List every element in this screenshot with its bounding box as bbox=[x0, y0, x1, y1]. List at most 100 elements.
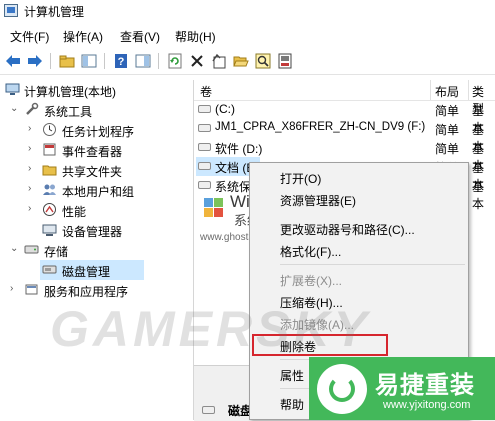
computer-management-icon bbox=[4, 4, 18, 17]
disk-icon bbox=[198, 124, 211, 132]
table-row[interactable]: (C:) 简单 基本 bbox=[194, 100, 495, 135]
volume-name: (C:) bbox=[215, 102, 235, 116]
volume-layout: 简单 bbox=[435, 104, 460, 118]
tree-label: 系统工具 bbox=[44, 105, 93, 119]
menu-item-format[interactable]: 格式化(F)... bbox=[280, 243, 341, 260]
brand-url: www.yjxitong.com bbox=[383, 399, 471, 411]
up-folder-icon[interactable] bbox=[58, 52, 76, 70]
tree-item-event-viewer[interactable]: › 事件查看器 bbox=[0, 140, 193, 160]
brand-logo: 易捷重装 www.yjxitong.com bbox=[309, 357, 495, 420]
tree-label: 计算机管理(本地) bbox=[24, 85, 116, 99]
tree-label: 事件查看器 bbox=[62, 145, 123, 159]
tree-item-performance[interactable]: › 性能 bbox=[0, 200, 193, 220]
tree-item-computer-management[interactable]: 计算机管理(本地) bbox=[0, 80, 193, 100]
navigation-tree: 计算机管理(本地) ⌄ 系统工具 › 任务计划程序 › 事件查看器 › 共享文件… bbox=[0, 80, 194, 420]
column-header-volume[interactable]: 卷 bbox=[200, 83, 212, 100]
disk-icon[interactable] bbox=[276, 52, 294, 70]
volume-layout: 简单 bbox=[435, 123, 460, 137]
menu-item-explorer[interactable]: 资源管理器(E) bbox=[280, 192, 356, 209]
computer-icon bbox=[5, 82, 20, 97]
tree-item-local-users[interactable]: › 本地用户和组 bbox=[0, 180, 193, 200]
windows-logo-icon bbox=[204, 198, 224, 218]
clock-icon bbox=[42, 122, 57, 137]
volume-name: 软件 (D:) bbox=[215, 142, 263, 156]
chevron-right-icon[interactable]: › bbox=[10, 283, 13, 294]
brand-name: 易捷重装 bbox=[375, 371, 475, 399]
back-arrow-icon[interactable] bbox=[4, 52, 22, 70]
tree-label: 本地用户和组 bbox=[62, 185, 135, 199]
tree-item-storage[interactable]: ⌄ 存储 bbox=[0, 240, 193, 260]
menu-help[interactable]: 帮助(H) bbox=[175, 28, 216, 45]
table-row[interactable]: JM1_CPRA_X86FRER_ZH-CN_DV9 (F:) 简单 基本 bbox=[194, 119, 495, 154]
menu-file[interactable]: 文件(F) bbox=[10, 28, 49, 45]
menu-item-open[interactable]: 打开(O) bbox=[280, 170, 321, 187]
toolbar-separator bbox=[158, 53, 159, 69]
tree-item-disk-management[interactable]: 磁盘管理 bbox=[40, 260, 144, 280]
window-title: 计算机管理 bbox=[24, 5, 85, 19]
chevron-right-icon[interactable]: › bbox=[28, 163, 31, 174]
tree-item-task-scheduler[interactable]: › 任务计划程序 bbox=[0, 120, 193, 140]
table-row[interactable]: 软件 (D:) 简单 基本 bbox=[194, 138, 495, 173]
tree-item-services-apps[interactable]: › 服务和应用程序 bbox=[0, 280, 193, 300]
disk-icon bbox=[198, 162, 211, 170]
delete-icon[interactable] bbox=[188, 52, 206, 70]
chevron-down-icon[interactable]: ⌄ bbox=[10, 243, 18, 254]
services-icon bbox=[24, 282, 39, 297]
chevron-right-icon[interactable]: › bbox=[28, 203, 31, 214]
menu-item-properties[interactable]: 属性 bbox=[280, 367, 304, 384]
storage-icon bbox=[24, 242, 39, 257]
title-bar: 计算机管理 bbox=[0, 0, 495, 22]
help-icon[interactable]: ? bbox=[112, 52, 130, 70]
column-header-layout[interactable]: 布局 bbox=[435, 83, 459, 100]
chevron-down-icon[interactable]: ⌄ bbox=[10, 103, 18, 114]
disk-icon bbox=[202, 406, 215, 414]
volume-layout: 简单 bbox=[435, 142, 460, 156]
chevron-right-icon[interactable]: › bbox=[28, 143, 31, 154]
toolbar: ? bbox=[0, 48, 495, 75]
tree-label: 性能 bbox=[62, 205, 87, 219]
shared-folder-icon bbox=[42, 162, 57, 177]
tree-label: 设备管理器 bbox=[62, 225, 123, 239]
disk-icon bbox=[198, 143, 211, 151]
search-icon[interactable] bbox=[254, 52, 272, 70]
list-header: 卷 布局 类型 bbox=[194, 80, 495, 116]
tree-item-shared-folders[interactable]: › 共享文件夹 bbox=[0, 160, 193, 180]
tree-label: 任务计划程序 bbox=[62, 125, 135, 139]
volume-type: 基本 bbox=[472, 180, 485, 211]
tree-item-device-manager[interactable]: 设备管理器 bbox=[0, 220, 193, 240]
action-pane-icon[interactable] bbox=[134, 52, 152, 70]
menu-item-extend-volume[interactable]: 扩展卷(X)... bbox=[280, 272, 342, 289]
performance-icon bbox=[42, 202, 57, 217]
menu-item-help[interactable]: 帮助 bbox=[280, 396, 304, 413]
chevron-right-icon[interactable]: › bbox=[28, 123, 31, 134]
brand-icon bbox=[317, 364, 367, 414]
chevron-right-icon[interactable]: › bbox=[28, 183, 31, 194]
gamersky-watermark: GAMERSKY bbox=[50, 301, 371, 357]
show-hide-tree-icon[interactable] bbox=[80, 52, 98, 70]
svg-text:?: ? bbox=[118, 56, 125, 68]
column-separator[interactable] bbox=[430, 80, 431, 100]
disk-management-icon bbox=[42, 262, 57, 277]
menu-separator bbox=[280, 264, 465, 265]
toolbar-separator bbox=[50, 53, 51, 69]
volume-name: JM1_CPRA_X86FRER_ZH-CN_DV9 (F:) bbox=[215, 121, 426, 133]
tools-icon bbox=[24, 102, 39, 117]
disk-icon bbox=[198, 181, 211, 189]
tree-label: 存储 bbox=[44, 245, 69, 259]
column-separator[interactable] bbox=[468, 80, 469, 100]
tree-label: 磁盘管理 bbox=[62, 265, 111, 279]
disk-icon bbox=[198, 105, 211, 113]
device-manager-icon bbox=[42, 222, 57, 237]
tree-item-system-tools[interactable]: ⌄ 系统工具 bbox=[0, 100, 193, 120]
toolbar-separator bbox=[104, 53, 105, 69]
tree-label: 服务和应用程序 bbox=[44, 285, 129, 299]
forward-arrow-icon[interactable] bbox=[26, 52, 44, 70]
menu-item-change-drive-letter[interactable]: 更改驱动器号和路径(C)... bbox=[280, 221, 415, 238]
menu-view[interactable]: 查看(V) bbox=[120, 28, 160, 45]
menu-action[interactable]: 操作(A) bbox=[63, 28, 103, 45]
tree-label: 共享文件夹 bbox=[62, 165, 123, 179]
menu-bar: 文件(F) 操作(A) 查看(V) 帮助(H) bbox=[0, 24, 495, 46]
properties-icon[interactable] bbox=[210, 52, 228, 70]
open-icon[interactable] bbox=[232, 52, 250, 70]
refresh-icon[interactable] bbox=[166, 52, 184, 70]
